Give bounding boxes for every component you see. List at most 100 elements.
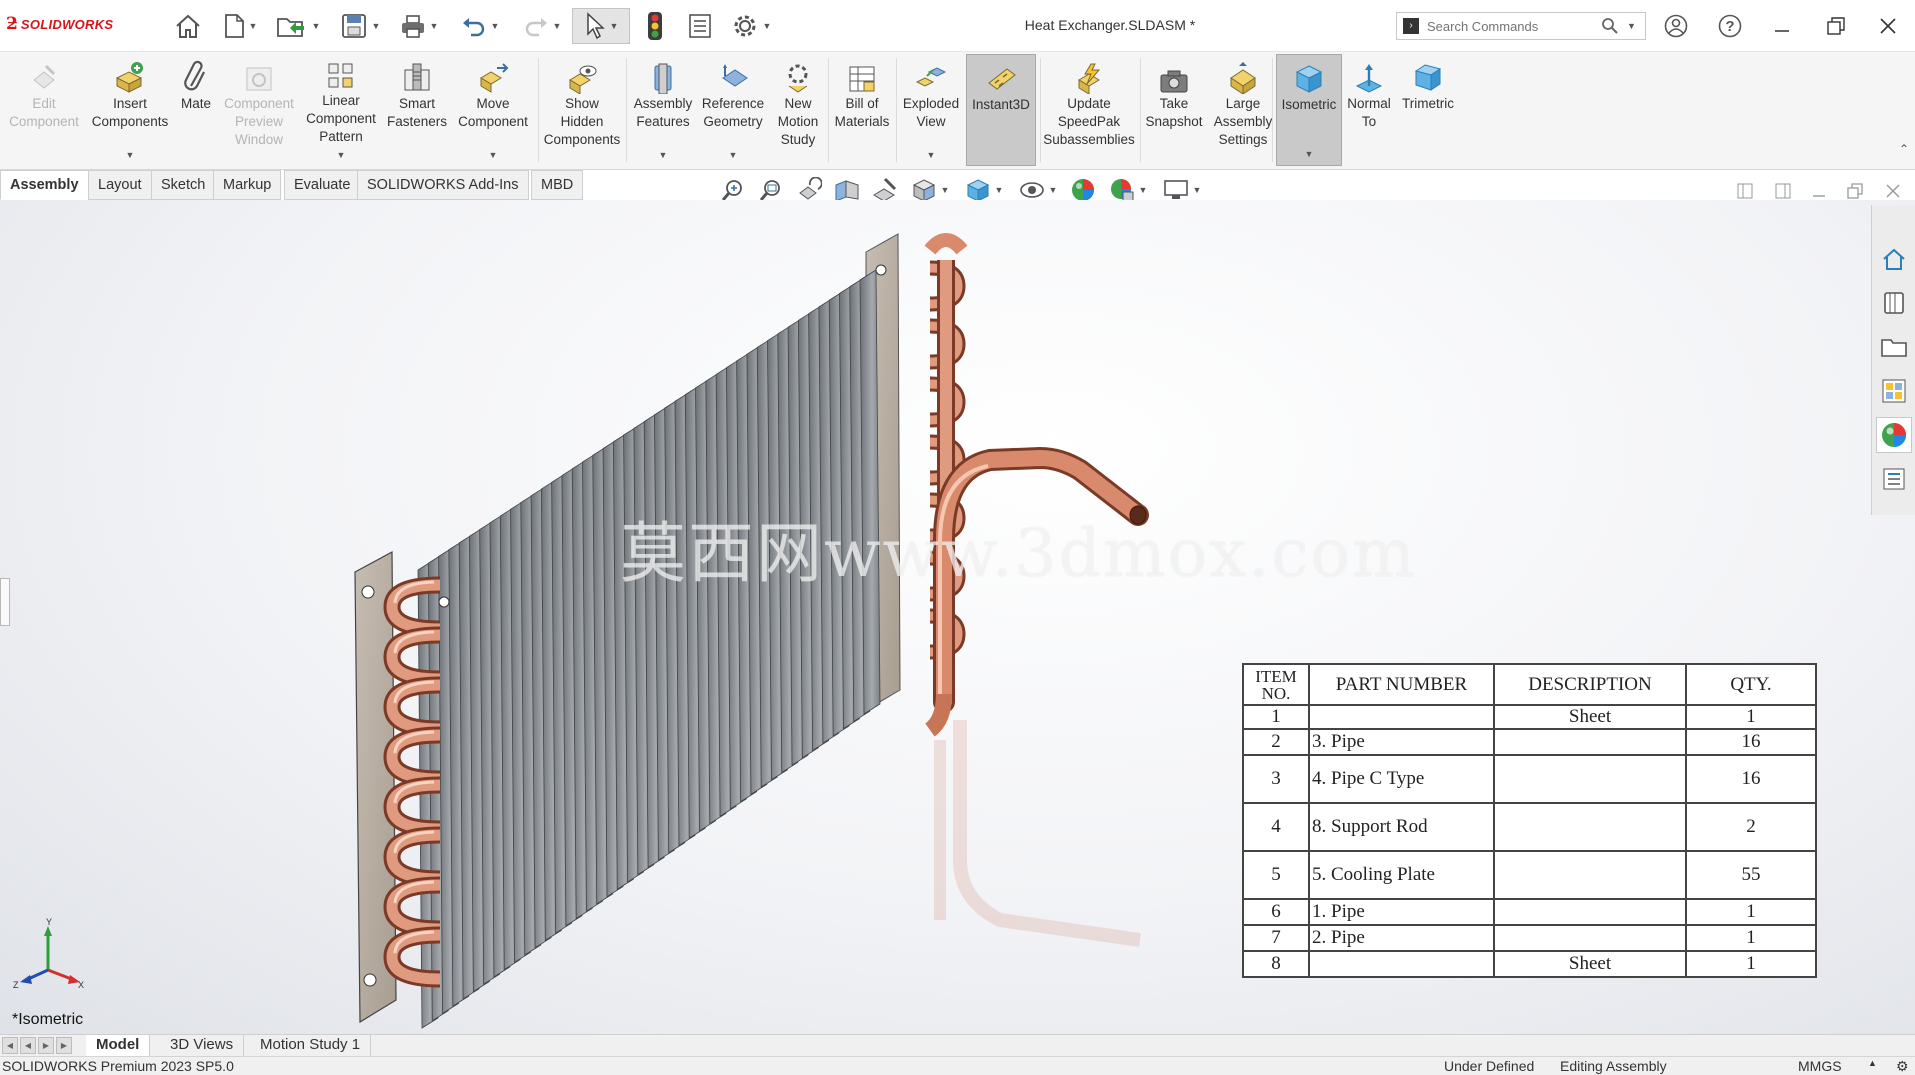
search-icon[interactable]: [1601, 17, 1619, 35]
task-pane-home-tab[interactable]: [1876, 241, 1912, 277]
print-dropdown-icon[interactable]: ▼: [430, 21, 439, 31]
select-button[interactable]: ▼: [572, 8, 630, 44]
next-tab-icon[interactable]: ▶: [38, 1037, 54, 1054]
viewport-tile-right-button[interactable]: [1770, 180, 1796, 202]
reference-geometry-dropdown-icon[interactable]: ▼: [729, 146, 738, 164]
mate-button[interactable]: Mate: [174, 54, 218, 166]
table-row[interactable]: 1 Sheet 1: [1242, 704, 1817, 730]
unit-system-dropdown-icon[interactable]: ▲: [1868, 1058, 1877, 1068]
exploded-view-dropdown-icon[interactable]: ▼: [927, 146, 936, 164]
viewport-close-button[interactable]: [1880, 180, 1906, 202]
options-button[interactable]: ▼: [726, 8, 776, 44]
account-button[interactable]: [1658, 10, 1694, 42]
tab-mbd[interactable]: MBD: [531, 170, 584, 200]
large-assembly-settings-button[interactable]: Large Assembly Settings: [1208, 54, 1278, 166]
home-button[interactable]: [168, 8, 208, 44]
feature-manager-expand-handle[interactable]: [0, 578, 10, 626]
previous-tab-icon[interactable]: ◀: [20, 1037, 36, 1054]
hide-show-dropdown-icon[interactable]: ▼: [1049, 185, 1058, 195]
component-preview-window-button[interactable]: Component Preview Window: [220, 54, 298, 166]
move-component-button[interactable]: Move Component ▼: [452, 54, 534, 166]
new-motion-study-button[interactable]: New Motion Study: [772, 54, 824, 166]
linear-component-pattern-button[interactable]: Linear Component Pattern ▼: [302, 54, 380, 166]
normal-to-button[interactable]: Normal To: [1344, 54, 1394, 166]
table-row[interactable]: 3 4. Pipe C Type 16: [1242, 754, 1817, 804]
restore-window-button[interactable]: [1818, 10, 1854, 42]
unit-system-selector[interactable]: MMGS: [1798, 1058, 1842, 1074]
table-row[interactable]: 4 8. Support Rod 2: [1242, 802, 1817, 852]
first-tab-icon[interactable]: ◀: [2, 1037, 18, 1054]
viewport-tile-left-button[interactable]: [1732, 180, 1758, 202]
tab-solidworks-add-ins[interactable]: SOLIDWORKS Add-Ins: [357, 170, 529, 200]
redo-button[interactable]: ▼: [516, 8, 568, 44]
tab-model[interactable]: Model: [86, 1035, 151, 1057]
rebuild-button[interactable]: [638, 8, 672, 44]
undo-button[interactable]: ▼: [454, 8, 506, 44]
take-snapshot-button[interactable]: Take Snapshot: [1142, 54, 1206, 166]
undo-dropdown-icon[interactable]: ▼: [491, 21, 500, 31]
assembly-features-dropdown-icon[interactable]: ▼: [659, 146, 668, 164]
table-row[interactable]: 7 2. Pipe 1: [1242, 924, 1817, 952]
insert-components-dropdown-icon[interactable]: ▼: [126, 146, 135, 164]
table-row[interactable]: 2 3. Pipe 16: [1242, 728, 1817, 756]
exploded-view-button[interactable]: Exploded View ▼: [900, 54, 962, 166]
table-row[interactable]: 8 Sheet 1: [1242, 950, 1817, 978]
close-window-button[interactable]: [1870, 10, 1906, 42]
tab-layout[interactable]: Layout: [88, 170, 152, 200]
tab-3d-views[interactable]: 3D Views: [160, 1035, 245, 1057]
isometric-dropdown-icon[interactable]: ▼: [1305, 145, 1314, 163]
open-button[interactable]: ▼: [270, 8, 326, 44]
tab-markup[interactable]: Markup: [213, 170, 282, 200]
new-dropdown-icon[interactable]: ▼: [249, 21, 258, 31]
bill-of-materials-table[interactable]: ITEM NO. PART NUMBER DESCRIPTION QTY. 1 …: [1242, 663, 1817, 978]
smart-fasteners-button[interactable]: Smart Fasteners: [384, 54, 450, 166]
search-input[interactable]: [1427, 18, 1597, 34]
search-dropdown-icon[interactable]: ▼: [1627, 21, 1636, 31]
file-properties-button[interactable]: [682, 8, 718, 44]
insert-components-button[interactable]: Insert Components ▼: [88, 54, 172, 166]
bill-of-materials-button[interactable]: Bill of Materials: [832, 54, 892, 166]
minimize-window-button[interactable]: [1764, 10, 1800, 42]
task-pane-custom-properties-tab[interactable]: [1876, 461, 1912, 497]
collapse-ribbon-icon[interactable]: ⌃: [1899, 142, 1909, 156]
instant3d-button[interactable]: Instant3D: [966, 54, 1036, 166]
apply-scene-dropdown-icon[interactable]: ▼: [1139, 185, 1148, 195]
save-button[interactable]: ▼: [332, 8, 388, 44]
save-dropdown-icon[interactable]: ▼: [372, 21, 381, 31]
reference-geometry-button[interactable]: Reference Geometry ▼: [698, 54, 768, 166]
isometric-view-button[interactable]: Isometric ▼: [1276, 54, 1342, 166]
help-button[interactable]: ?: [1712, 10, 1748, 42]
open-dropdown-icon[interactable]: ▼: [312, 21, 321, 31]
status-options-icon[interactable]: ⚙: [1896, 1058, 1909, 1075]
table-row[interactable]: 5 5. Cooling Plate 55: [1242, 850, 1817, 900]
viewport-minimize-button[interactable]: [1806, 180, 1832, 202]
search-commands-box[interactable]: › ▼: [1396, 12, 1646, 40]
new-document-button[interactable]: ▼: [214, 8, 266, 44]
tab-evaluate[interactable]: Evaluate: [284, 170, 361, 200]
solidworks-logo[interactable]: ƻ SOLIDWORKS: [6, 14, 113, 34]
linear-pattern-dropdown-icon[interactable]: ▼: [337, 146, 346, 164]
show-hidden-components-button[interactable]: Show Hidden Components: [542, 54, 622, 166]
update-speedpak-button[interactable]: Update SpeedPak Subassemblies: [1042, 54, 1136, 166]
table-row[interactable]: 6 1. Pipe 1: [1242, 898, 1817, 926]
options-dropdown-icon[interactable]: ▼: [763, 21, 772, 31]
view-settings-dropdown-icon[interactable]: ▼: [1193, 185, 1202, 195]
task-pane-design-library-tab[interactable]: [1876, 285, 1912, 321]
assembly-features-button[interactable]: Assembly Features ▼: [630, 54, 696, 166]
tab-motion-study-1[interactable]: Motion Study 1: [250, 1035, 372, 1057]
trimetric-view-button[interactable]: Trimetric: [1396, 54, 1460, 166]
tab-assembly[interactable]: Assembly: [0, 170, 89, 200]
print-button[interactable]: ▼: [394, 8, 444, 44]
redo-dropdown-icon[interactable]: ▼: [553, 21, 562, 31]
task-pane-file-explorer-tab[interactable]: [1876, 329, 1912, 365]
display-style-dropdown-icon[interactable]: ▼: [995, 185, 1004, 195]
view-orientation-dropdown-icon[interactable]: ▼: [941, 185, 950, 195]
task-pane-appearances-tab[interactable]: [1876, 417, 1912, 453]
viewport-restore-button[interactable]: [1842, 180, 1868, 202]
task-pane-view-palette-tab[interactable]: [1876, 373, 1912, 409]
tab-sketch[interactable]: Sketch: [151, 170, 216, 200]
edit-component-button[interactable]: Edit Component: [4, 54, 84, 166]
graphics-area[interactable]: 莫西网www.3dmox.com ITEM NO. PART NUMBER DE…: [0, 200, 1915, 1034]
move-component-dropdown-icon[interactable]: ▼: [489, 146, 498, 164]
last-tab-icon[interactable]: ▶: [56, 1037, 72, 1054]
